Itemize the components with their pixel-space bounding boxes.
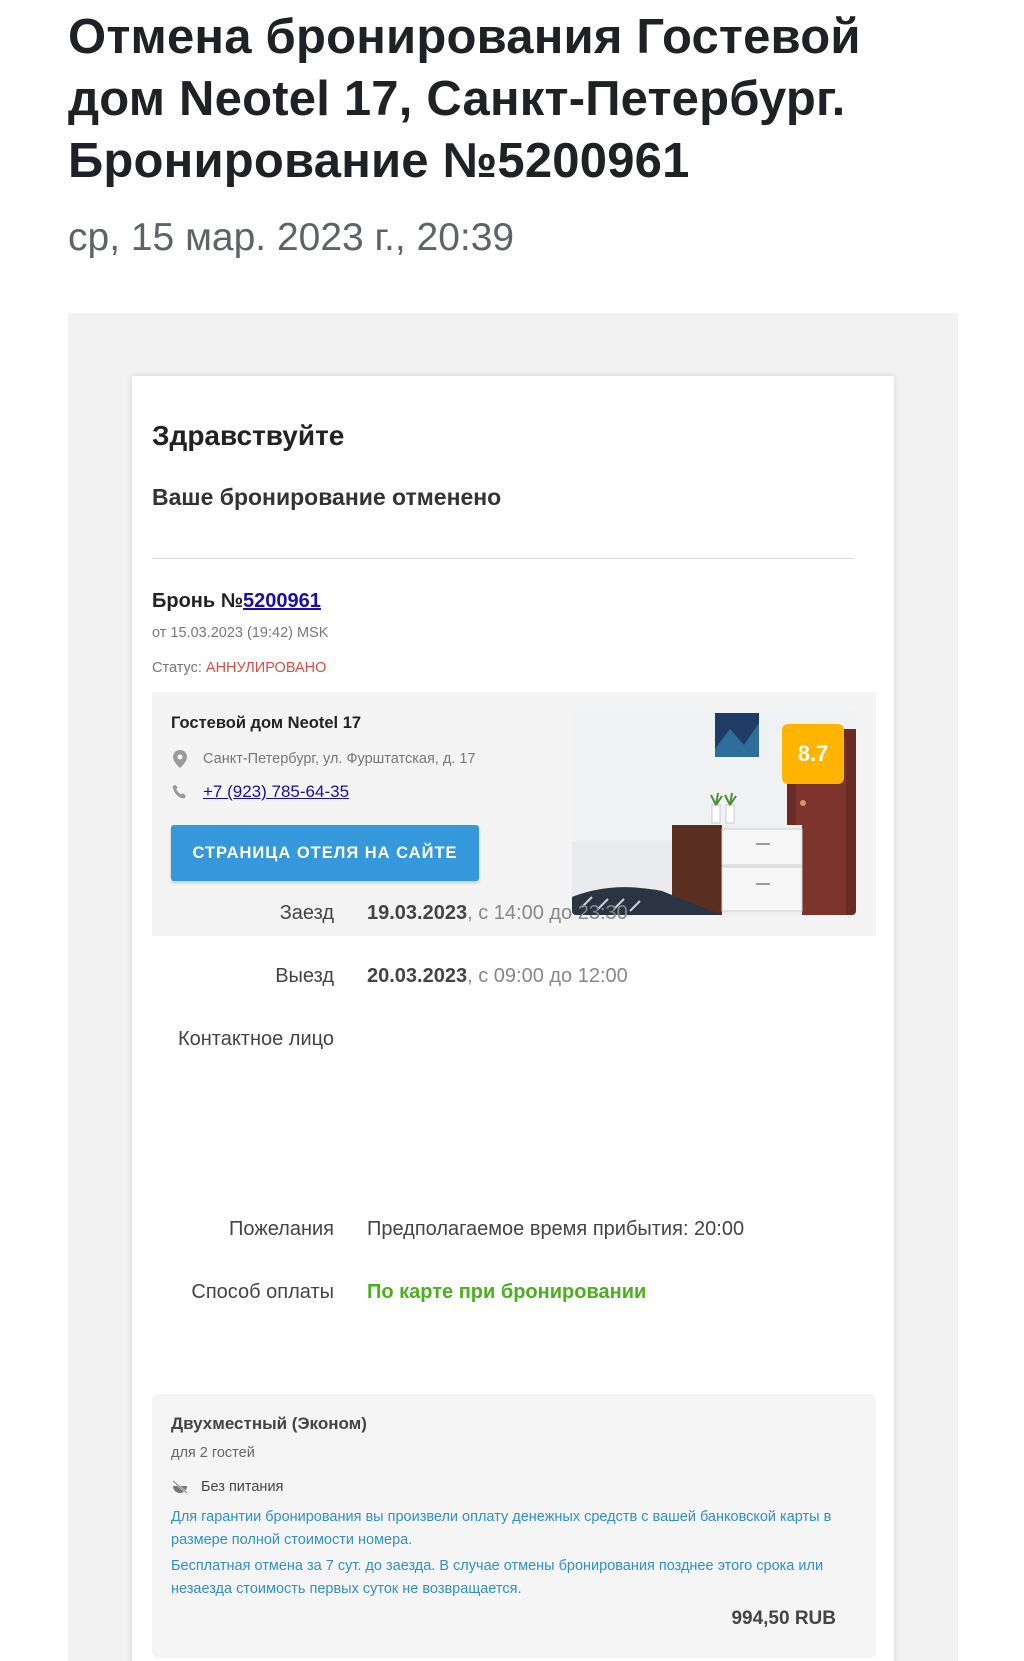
hotel-name: Гостевой дом Neotel 17 [171, 714, 362, 732]
payment-label: Способ оплаты [191, 1281, 334, 1303]
greeting: Здравствуйте [152, 420, 345, 451]
room-price: 994,50 RUB [731, 1608, 836, 1629]
email-card: Здравствуйте Ваше бронирование отменено … [132, 376, 894, 1661]
checkin-time: , с 14:00 до 23:30 [467, 902, 628, 924]
hotel-site-button[interactable]: СТРАНИЦА ОТЕЛЯ НА САЙТЕ [171, 825, 479, 881]
hotel-address: Санкт-Петербург, ул. Фурштатская, д. 17 [203, 751, 476, 767]
hotel-photo: 8.7 [572, 711, 856, 915]
contact-label: Контактное лицо [177, 1028, 334, 1050]
wishes-label: Пожелания [229, 1218, 334, 1240]
checkout-time: , с 09:00 до 12:00 [467, 965, 628, 987]
wishes-value: Предполагаемое время прибытия: 20:00 [367, 1218, 745, 1240]
booking-status: Статус: АННУЛИРОВАНО [152, 660, 326, 676]
checkout-label: Выезд [275, 965, 334, 987]
hotel-phone-row: +7 (923) 785-64-35 [171, 782, 349, 802]
room-title: Двухместный (Эконом) [171, 1414, 367, 1433]
booking-prefix: Бронь № [152, 590, 244, 612]
no-meal-icon [171, 1478, 189, 1496]
cancellation-policy-note: Бесплатная отмена за 7 сут. до заезда. В… [171, 1558, 824, 1597]
payment-value: По карте при бронировании [367, 1281, 647, 1303]
rating-badge: 8.7 [782, 724, 844, 784]
email-date: ср, 15 мар. 2023 г., 20:39 [68, 216, 515, 259]
room-box: Двухместный (Эконом) для 2 гостей Без пи… [152, 1394, 876, 1658]
checkin-date: 19.03.2023 [367, 902, 468, 924]
email-subject: Отмена бронирования Гостевой дом Neotel … [68, 10, 861, 188]
booking-date: от 15.03.2023 (19:42) MSK [152, 625, 329, 641]
booking-number-line: Бронь №5200961 [152, 590, 321, 613]
hotel-box: Гостевой дом Neotel 17 Санкт-Петербург, … [152, 692, 876, 936]
hotel-phone-link[interactable]: +7 (923) 785-64-35 [203, 782, 349, 802]
hotel-address-row: Санкт-Петербург, ул. Фурштатская, д. 17 [171, 750, 476, 768]
meal-text: Без питания [201, 1479, 284, 1495]
cancellation-message: Ваше бронирование отменено [152, 484, 502, 510]
checkin-label: Заезд [279, 902, 334, 924]
payment-guarantee-note: Для гарантии бронирования вы произвели о… [171, 1509, 832, 1548]
checkin-value: 19.03.2023, с 14:00 до 23:30 [367, 902, 628, 925]
status-label: Статус: [152, 660, 206, 676]
checkout-value: 20.03.2023, с 09:00 до 12:00 [367, 965, 628, 988]
booking-number-link[interactable]: 5200961 [243, 590, 321, 612]
status-value: АННУЛИРОВАНО [205, 660, 327, 676]
phone-icon [171, 783, 189, 801]
divider [152, 558, 854, 559]
location-pin-icon [171, 750, 189, 768]
checkout-date: 20.03.2023 [367, 965, 468, 987]
meal-row: Без питания [171, 1478, 283, 1496]
room-guests: для 2 гостей [171, 1445, 255, 1461]
